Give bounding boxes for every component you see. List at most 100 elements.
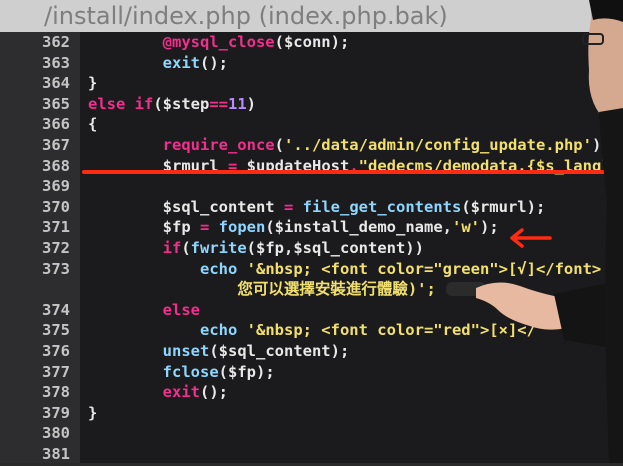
code-token: ==: [209, 94, 228, 113]
file-path-title: /install/index.php (index.php.bak): [44, 2, 448, 30]
line-number: 377: [42, 362, 70, 381]
line-number: 381: [42, 445, 70, 463]
code-text: fclose($fp);: [88, 362, 275, 383]
code-token: exit: [162, 383, 200, 402]
code-line[interactable]: 365 else if($step==11): [0, 94, 623, 115]
code-text: else if($step==11): [88, 94, 256, 115]
code-text: $fp = fopen($install_demo_name,'w');: [88, 217, 499, 238]
code-line[interactable]: 362 @mysql_close($conn);: [0, 32, 623, 53]
line-number: 380: [42, 424, 70, 443]
code-token: exit: [162, 53, 200, 72]
code-text: exit();: [88, 382, 228, 403]
code-text: else: [88, 300, 200, 321]
code-token: echo: [199, 321, 238, 340]
code-editor[interactable]: 362 @mysql_close($conn); 363 exit(); 364} 3…: [0, 32, 623, 466]
code-token: ();: [199, 53, 228, 72]
code-token: ($sql_content);: [209, 342, 350, 360]
line-number: 372: [42, 239, 70, 257]
code-token: $fp: [162, 218, 200, 237]
code-token: fwrite: [190, 239, 247, 257]
code-line[interactable]: 380: [0, 423, 623, 444]
red-underline-annotation: [82, 170, 623, 174]
code-text: }: [88, 73, 97, 94]
code-token: {: [88, 115, 98, 134]
code-token: echo: [199, 259, 238, 278]
code-token: ();: [199, 383, 228, 402]
code-token: 11: [228, 94, 247, 113]
code-text: @mysql_close($conn);: [88, 32, 350, 53]
red-arrow-icon: [510, 228, 552, 248]
code-token: '../data/admin/config_update.php': [283, 136, 592, 154]
code-token: }: [88, 74, 98, 93]
code-token: require_once: [162, 136, 275, 154]
code-token: ): [246, 94, 257, 113]
code-token: $sql_content: [162, 197, 284, 216]
line-number: 374: [42, 300, 70, 319]
code-line[interactable]: 367 require_once('../data/admin/config_u…: [0, 135, 623, 156]
line-number: 367: [42, 136, 70, 154]
code-line[interactable]: 369: [0, 176, 623, 197]
code-text: }: [88, 403, 97, 424]
code-token: (: [274, 136, 284, 154]
presenter-figure: [582, 0, 623, 466]
line-number: 364: [42, 74, 70, 93]
line-number: 369: [42, 177, 70, 196]
line-number: 375: [42, 321, 70, 340]
code-line[interactable]: 370 $sql_content = file_get_contents($rm…: [0, 197, 623, 218]
code-line[interactable]: 364}: [0, 73, 623, 94]
code-token: =: [283, 197, 294, 216]
code-token: else if: [88, 94, 154, 113]
code-text: exit();: [88, 53, 228, 74]
line-number: 370: [42, 197, 70, 216]
code-token: ($fp);: [218, 362, 275, 381]
code-token: file_get_contents: [302, 197, 462, 216]
code-token: if: [162, 239, 182, 257]
code-token: fclose: [162, 362, 219, 381]
line-number: 379: [42, 403, 70, 422]
code-token: }: [88, 403, 98, 422]
code-token: (: [181, 239, 191, 257]
code-line[interactable]: 363 exit();: [0, 53, 623, 74]
code-token: ($step: [153, 94, 210, 113]
code-token: @mysql_close: [162, 33, 275, 51]
code-text: {: [88, 114, 97, 135]
code-text: if(fwrite($fp,$sql_content)): [88, 238, 424, 259]
code-text: $sql_content = file_get_contents($rmurl)…: [88, 197, 546, 218]
code-token: ($rmurl);: [461, 197, 546, 216]
line-number: 363: [42, 53, 70, 72]
code-line[interactable]: 379}: [0, 403, 623, 424]
code-token: ($conn);: [274, 33, 350, 51]
line-number: 362: [42, 33, 70, 51]
code-token: =: [199, 218, 210, 237]
line-number: 366: [42, 115, 70, 134]
code-line[interactable]: 381: [0, 444, 623, 465]
code-line[interactable]: 378 exit();: [0, 382, 623, 403]
code-token: ($fp,$sql_content)): [246, 239, 424, 257]
line-number: 376: [42, 342, 70, 360]
code-token: 您可以選擇安裝進行體驗)';: [237, 280, 436, 299]
code-token: );: [479, 218, 499, 237]
code-text: 您可以選擇安裝進行體驗)';: [88, 279, 436, 300]
code-token: fopen: [218, 218, 266, 237]
code-line[interactable]: 377 fclose($fp);: [0, 362, 623, 383]
code-line[interactable]: 366 {: [0, 114, 623, 135]
line-number: 378: [42, 383, 70, 402]
code-token: unset: [162, 342, 210, 360]
code-token: else: [162, 300, 200, 319]
line-number: 368: [42, 156, 70, 175]
line-number: 373: [42, 259, 70, 278]
code-token: 'w': [451, 218, 480, 237]
